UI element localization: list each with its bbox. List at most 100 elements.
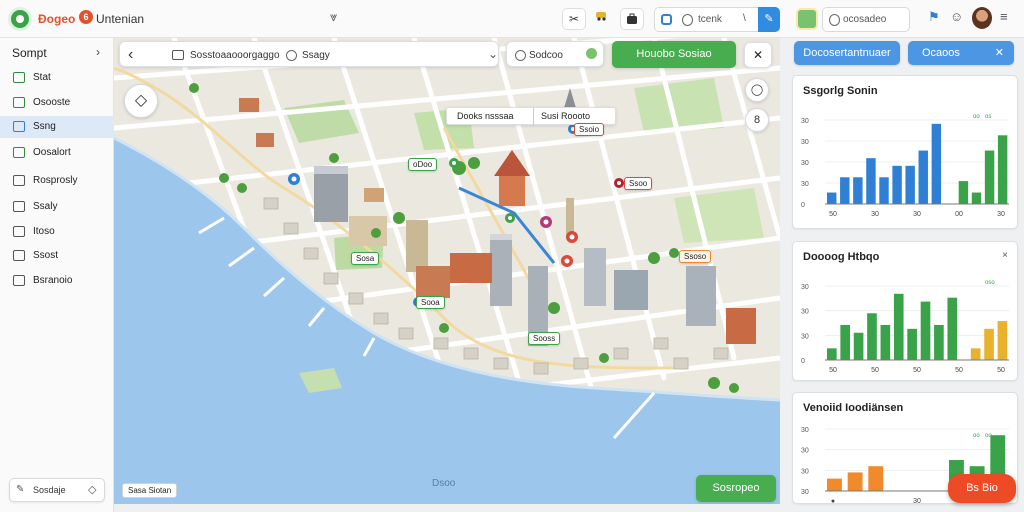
bar[interactable] bbox=[905, 165, 915, 204]
breadcrumb-primary[interactable]: Sosstoaaooorgaggo bbox=[190, 50, 280, 61]
bar[interactable] bbox=[867, 313, 877, 360]
map-label[interactable]: Ssoso bbox=[679, 250, 712, 263]
menu-icon[interactable]: ≡ bbox=[1000, 9, 1008, 24]
user-avatar[interactable] bbox=[972, 7, 992, 29]
floating-action-button[interactable]: Bs Bio bbox=[948, 474, 1016, 503]
secondary-search-value: ocosadeo bbox=[843, 14, 887, 25]
close-icon[interactable]: × bbox=[1002, 250, 1008, 261]
home-icon bbox=[13, 201, 25, 212]
bar[interactable] bbox=[918, 150, 928, 204]
notification-icon[interactable]: ⚑ bbox=[928, 9, 940, 25]
sidebar-item-osooste[interactable]: Osooste bbox=[0, 92, 114, 114]
search-icon bbox=[286, 50, 297, 61]
sidebar-item-ssost[interactable]: Ssost bbox=[0, 245, 114, 267]
sidebar-item-label: Ssaly bbox=[33, 201, 58, 212]
top-search[interactable]: tcenk \ ✎ bbox=[654, 7, 780, 32]
x-tick-label: 50 bbox=[913, 367, 921, 374]
secondary-search[interactable]: ocosadeo bbox=[822, 7, 910, 32]
legend-label: oo bbox=[973, 433, 980, 439]
sidebar: Sompt › Stat Osooste Ssng Oosalort Rospr… bbox=[0, 38, 114, 512]
bar[interactable] bbox=[827, 192, 837, 204]
chart-icon bbox=[13, 147, 25, 158]
sidebar-bottom-button[interactable]: ✎ Sosdaje ◇ bbox=[9, 478, 105, 502]
sidebar-item-bsranoio[interactable]: Bsranoio bbox=[0, 270, 114, 292]
pin-icon bbox=[13, 250, 25, 261]
chevron-right-icon[interactable]: › bbox=[96, 45, 100, 59]
sidebar-item-ssng[interactable]: Ssng bbox=[0, 116, 114, 138]
bar[interactable] bbox=[847, 472, 863, 491]
bar[interactable] bbox=[997, 321, 1008, 360]
bar[interactable] bbox=[880, 324, 891, 360]
bar[interactable] bbox=[853, 177, 863, 204]
sidebar-item-itoso[interactable]: Itoso bbox=[0, 221, 114, 243]
bar[interactable] bbox=[893, 293, 904, 360]
bar[interactable] bbox=[907, 328, 917, 360]
bar[interactable] bbox=[971, 192, 982, 204]
search-controls[interactable]: \ bbox=[743, 13, 746, 24]
bar[interactable] bbox=[984, 150, 995, 204]
app-logo[interactable] bbox=[8, 7, 32, 31]
bar[interactable] bbox=[892, 165, 902, 204]
close-icon[interactable]: ✕ bbox=[744, 42, 772, 68]
tooltip-right: Susi Roooto bbox=[541, 111, 591, 121]
bar[interactable] bbox=[984, 328, 994, 360]
map-bottom-button[interactable]: Sosropeo bbox=[696, 475, 776, 502]
map-label[interactable]: oDoo bbox=[408, 158, 438, 171]
bar[interactable] bbox=[853, 332, 864, 360]
bar[interactable] bbox=[934, 324, 944, 360]
bar[interactable] bbox=[947, 297, 958, 360]
tab-active[interactable]: Docosertantnuaer bbox=[794, 41, 900, 65]
sidebar-header: Sompt bbox=[12, 46, 47, 60]
back-arrow-icon[interactable]: ‹ bbox=[128, 46, 133, 64]
sidebar-item-oosalort[interactable]: Oosalort bbox=[0, 142, 114, 164]
map-label[interactable]: Sooss bbox=[528, 332, 561, 345]
location-icon[interactable] bbox=[586, 48, 597, 59]
bar[interactable] bbox=[970, 348, 981, 360]
bar[interactable] bbox=[879, 177, 889, 204]
bar-chart[interactable]: 30 30 30 0 50 50 50 50 50 oso bbox=[793, 272, 1019, 380]
bar[interactable] bbox=[840, 177, 850, 204]
map-icon bbox=[13, 72, 25, 83]
bar[interactable] bbox=[827, 478, 842, 491]
bar[interactable] bbox=[920, 301, 931, 360]
tab-secondary[interactable]: Ocaoos ✕ bbox=[908, 41, 1014, 65]
tools-icon[interactable]: ✂ bbox=[562, 8, 586, 30]
map-action-button[interactable]: Houobo Sosiao bbox=[612, 41, 736, 68]
bar-chart[interactable]: 30 30 30 30 0 50 30 30 00 30 oo os bbox=[793, 106, 1019, 226]
briefcase-icon[interactable] bbox=[620, 8, 644, 30]
chevron-down-icon[interactable]: ⌄ bbox=[488, 47, 498, 61]
filter-icon[interactable]: ⩔ bbox=[330, 9, 337, 25]
help-icon[interactable]: ☺ bbox=[950, 9, 963, 24]
zoom-in-icon[interactable]: ◯ bbox=[745, 78, 769, 102]
car-icon[interactable] bbox=[590, 8, 614, 30]
bar[interactable] bbox=[827, 348, 837, 360]
search-submit-icon[interactable]: ✎ bbox=[758, 7, 780, 32]
sidebar-item-rosprosly[interactable]: Rosprosly bbox=[0, 170, 114, 192]
breadcrumb-secondary[interactable]: Ssagy bbox=[302, 50, 330, 61]
compass-icon[interactable]: ◇ bbox=[124, 84, 158, 118]
map-breadcrumb: ‹ Sosstoaaooorgaggo Ssagy ⌄ bbox=[119, 41, 499, 67]
bar[interactable] bbox=[866, 158, 876, 204]
map-label[interactable]: Ssoio bbox=[574, 123, 605, 136]
map-label[interactable]: Sooa bbox=[416, 296, 445, 309]
bar[interactable] bbox=[997, 135, 1008, 204]
bar[interactable] bbox=[840, 324, 851, 360]
map-avatar-icon[interactable] bbox=[796, 8, 818, 30]
zoom-out-icon[interactable]: 8 bbox=[745, 108, 769, 132]
chart-title: Ssgorlg Sonin bbox=[803, 85, 878, 97]
sidebar-item-label: Rosprosly bbox=[33, 175, 78, 186]
sidebar-item-stat[interactable]: Stat bbox=[0, 67, 114, 89]
bar[interactable] bbox=[958, 181, 969, 204]
x-tick-label: 50 bbox=[955, 367, 963, 374]
y-tick-label: 30 bbox=[801, 284, 809, 291]
close-icon[interactable]: ✕ bbox=[995, 41, 1004, 65]
bar[interactable] bbox=[868, 466, 884, 491]
sidebar-item-ssaly[interactable]: Ssaly bbox=[0, 196, 114, 218]
map-search[interactable]: Sodcoo bbox=[506, 41, 604, 67]
map-label[interactable]: Sosa bbox=[351, 252, 380, 265]
layout-icon[interactable] bbox=[661, 14, 672, 25]
bar[interactable] bbox=[931, 123, 942, 204]
map-view[interactable]: ‹ Sosstoaaooorgaggo Ssagy ⌄ Sodcoo Houob… bbox=[114, 38, 780, 504]
map-label[interactable]: Ssoo bbox=[624, 177, 653, 190]
layers-icon bbox=[13, 121, 25, 132]
